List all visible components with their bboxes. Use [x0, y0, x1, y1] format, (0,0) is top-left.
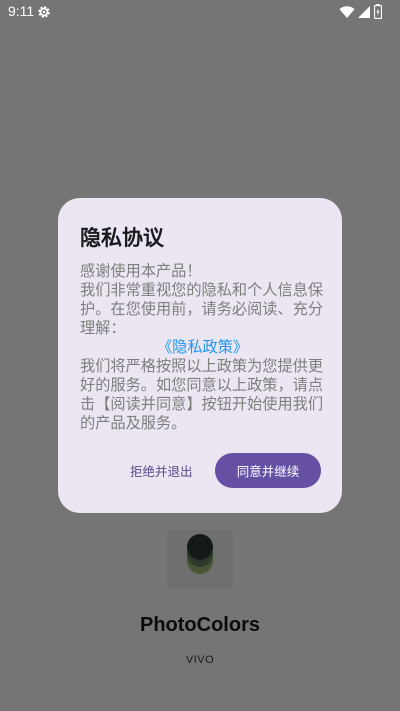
status-icons — [339, 4, 382, 19]
privacy-dialog: 隐私协议 感谢使用本产品！ 我们非常重视您的隐私和个人信息保护。在您使用前，请务… — [58, 198, 342, 513]
battery-icon — [374, 4, 382, 19]
wifi-icon — [339, 5, 355, 19]
dialog-body: 感谢使用本产品！ 我们非常重视您的隐私和个人信息保护。在您使用前，请务必阅读、充… — [80, 262, 325, 433]
color-stack-icon — [167, 530, 233, 588]
dialog-consent-text: 我们将严格按照以上政策为您提供更好的服务。如您同意以上政策，请点击【阅读并同意】… — [80, 357, 323, 432]
app-name: PhotoColors — [140, 614, 260, 636]
app-brand: VIVO — [185, 654, 215, 666]
agree-continue-button[interactable]: 同意并继续 — [215, 453, 321, 488]
status-bar: 9:11 — [0, 0, 400, 24]
dialog-intro-text: 我们非常重视您的隐私和个人信息保护。在您使用前，请务必阅读、充分理解： — [80, 281, 323, 337]
dialog-title: 隐私协议 — [80, 226, 164, 250]
dialog-greeting: 感谢使用本产品！ — [80, 262, 202, 280]
privacy-policy-link[interactable]: 《隐私政策》 — [80, 338, 325, 357]
status-time: 9:11 — [8, 3, 35, 19]
gear-icon — [37, 4, 51, 18]
decline-exit-button[interactable]: 拒绝并退出 — [130, 460, 193, 480]
signal-icon — [358, 5, 371, 19]
